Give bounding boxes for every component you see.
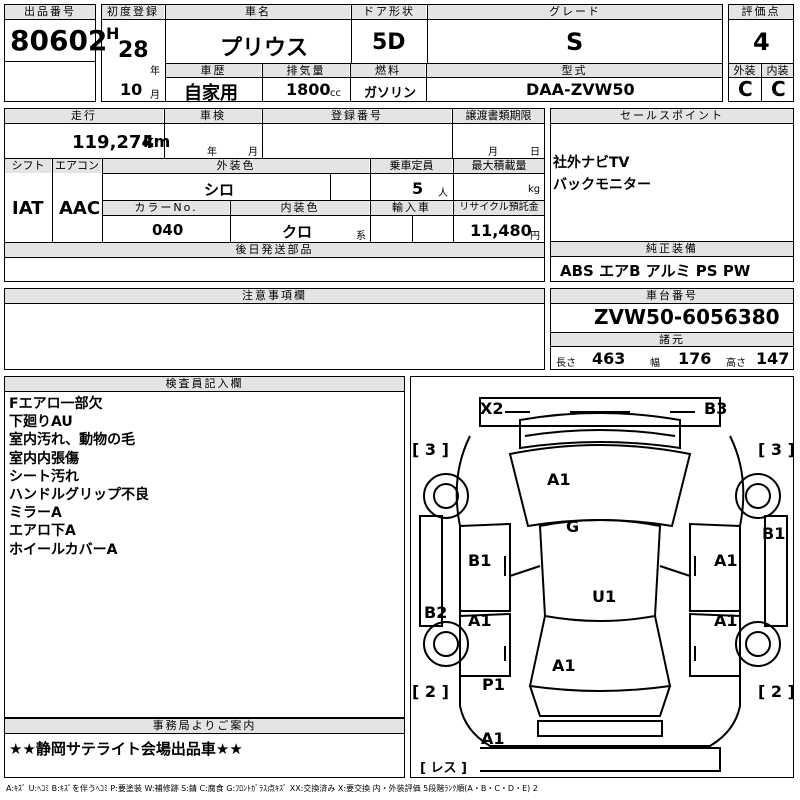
transfer-docs-header: 譲渡書類期限 xyxy=(453,109,544,123)
exterior-grade: C xyxy=(738,77,753,101)
chassis-number-header: 車台番号 xyxy=(551,289,793,303)
width: 176 xyxy=(678,349,712,368)
length: 463 xyxy=(592,349,626,368)
damage-label-u1: U1 xyxy=(592,587,617,606)
inspection-header: 車検 xyxy=(165,109,261,123)
damage-label-a1-hood: A1 xyxy=(547,470,571,489)
inspector-note: ハンドルグリップ不良 xyxy=(9,487,149,504)
grade: S xyxy=(566,28,584,56)
score-header: 評価点 xyxy=(729,5,793,19)
sales-point-2: バックモニター xyxy=(553,177,651,193)
car-outline-diagram xyxy=(419,397,788,772)
damage-label-g: G xyxy=(566,517,580,536)
aircon: AAC xyxy=(59,198,101,219)
displacement: 1800 xyxy=(286,80,331,99)
damage-label-a1-left-rear: A1 xyxy=(468,611,492,630)
sales-point-1: 社外ナビTV xyxy=(553,155,630,171)
history: 自家用 xyxy=(184,83,238,104)
interior-grade: C xyxy=(771,77,786,101)
shift: IAT xyxy=(12,198,44,219)
interior-grade-header: 内装 xyxy=(762,64,793,77)
displacement-header: 排気量 xyxy=(263,64,349,77)
door-type-header: ドア形状 xyxy=(352,5,426,19)
inspector-notes-list: Fエアロ一部欠 下廻りAU 室内汚れ、動物の毛 室内内張傷 シート汚れ ハンドル… xyxy=(9,395,149,559)
damage-label-p1: P1 xyxy=(482,675,505,694)
damage-legend: A:ｷｽﾞ U:ﾍｺﾐ B:ｷｽﾞを伴うﾍｺﾐ P:要塗装 W:補修跡 S:錆 … xyxy=(6,784,538,793)
later-parts-header: 後日発送部品 xyxy=(5,243,544,257)
score: 4 xyxy=(753,28,770,56)
fuel: ガソリン xyxy=(364,86,417,101)
office-notice-header: 事務局よりご案内 xyxy=(5,719,404,733)
inspector-note: 室内汚れ、動物の毛 xyxy=(9,432,136,449)
interior-color-header: 内装色 xyxy=(231,201,369,215)
damage-label-a1-trunk: A1 xyxy=(552,656,576,675)
aircon-header: エアコン xyxy=(53,159,101,173)
color-no-header: カラーNo. xyxy=(103,201,229,215)
sales-points-header: セールスポイント xyxy=(551,109,793,123)
mileage-header: 走行 xyxy=(5,109,163,123)
inspector-header: 検査員記入欄 xyxy=(5,377,404,391)
grade-header: グレード xyxy=(428,5,722,19)
lot-number: 80602 xyxy=(10,24,108,57)
seating-header: 乗車定員 xyxy=(371,159,452,173)
exterior-grade-header: 外装 xyxy=(729,64,760,77)
damage-label-a1-bumper: A1 xyxy=(481,729,505,748)
car-name-header: 車名 xyxy=(166,5,350,19)
damage-label-x2: X2 xyxy=(480,399,504,418)
first-registration-header: 初度登録 xyxy=(102,5,164,19)
inspector-note: Fエアロ一部欠 xyxy=(9,396,103,412)
inspector-note: 室内内張傷 xyxy=(9,450,79,467)
damage-label-b1-left: B1 xyxy=(468,551,492,570)
height: 147 xyxy=(756,349,790,368)
factory-equipment-header: 純正装備 xyxy=(551,242,793,256)
interior-color: クロ xyxy=(282,223,313,241)
damage-label-b2: B2 xyxy=(424,603,448,622)
model-code-header: 型式 xyxy=(427,64,722,77)
spare-tire-label: [ レス ] xyxy=(420,761,467,776)
registration-number-header: 登録番号 xyxy=(263,109,451,123)
inspector-note: エアロ下A xyxy=(9,523,76,540)
inspector-note: ミラーA xyxy=(9,505,62,522)
model-code: DAA-ZVW50 xyxy=(526,80,635,99)
damage-label-b3: B3 xyxy=(704,399,728,418)
damage-label-a1-right-rear: A1 xyxy=(714,611,738,630)
damage-label-a1-right-front: A1 xyxy=(714,551,738,570)
notes-header: 注意事項欄 xyxy=(5,289,544,303)
damage-label-b1-right: B1 xyxy=(762,524,786,543)
tire-depth-front-left: [ 3 ] xyxy=(412,440,449,459)
tire-depth-rear-right: [ 2 ] xyxy=(758,682,795,701)
office-notice: ★★静岡サテライト会場出品車★★ xyxy=(9,740,243,758)
shift-header: シフト xyxy=(5,159,51,173)
chassis-number: ZVW50-6056380 xyxy=(594,305,780,329)
exterior-color-header: 外装色 xyxy=(103,159,369,173)
fuel-header: 燃料 xyxy=(351,64,425,77)
tire-depth-front-right: [ 3 ] xyxy=(758,440,795,459)
car-name: プリウス xyxy=(220,36,309,61)
history-header: 車歴 xyxy=(166,64,261,77)
inspector-note: ホイールカバーA xyxy=(9,541,118,558)
registration-year: 28 xyxy=(118,38,149,63)
mileage: 119,274 xyxy=(72,132,154,153)
max-load-header: 最大積載量 xyxy=(454,159,544,173)
exterior-color: シロ xyxy=(204,181,235,199)
recycle-fee: 11,480 xyxy=(470,221,532,240)
seating: 5 xyxy=(412,179,424,198)
lot-number-header: 出品番号 xyxy=(5,5,95,19)
inspector-note: 下廻りAU xyxy=(9,414,73,431)
recycle-fee-header: リサイクル預託金 xyxy=(454,201,544,215)
inspector-note: シート汚れ xyxy=(9,468,79,485)
factory-equipment: ABS エアB アルミ PS PW xyxy=(560,262,751,280)
import-header: 輸入車 xyxy=(371,201,452,215)
specs-header: 諸元 xyxy=(551,333,793,346)
door-type: 5D xyxy=(372,30,406,55)
tire-depth-rear-left: [ 2 ] xyxy=(412,682,449,701)
registration-month: 10 xyxy=(120,80,143,99)
color-no: 040 xyxy=(152,221,184,239)
